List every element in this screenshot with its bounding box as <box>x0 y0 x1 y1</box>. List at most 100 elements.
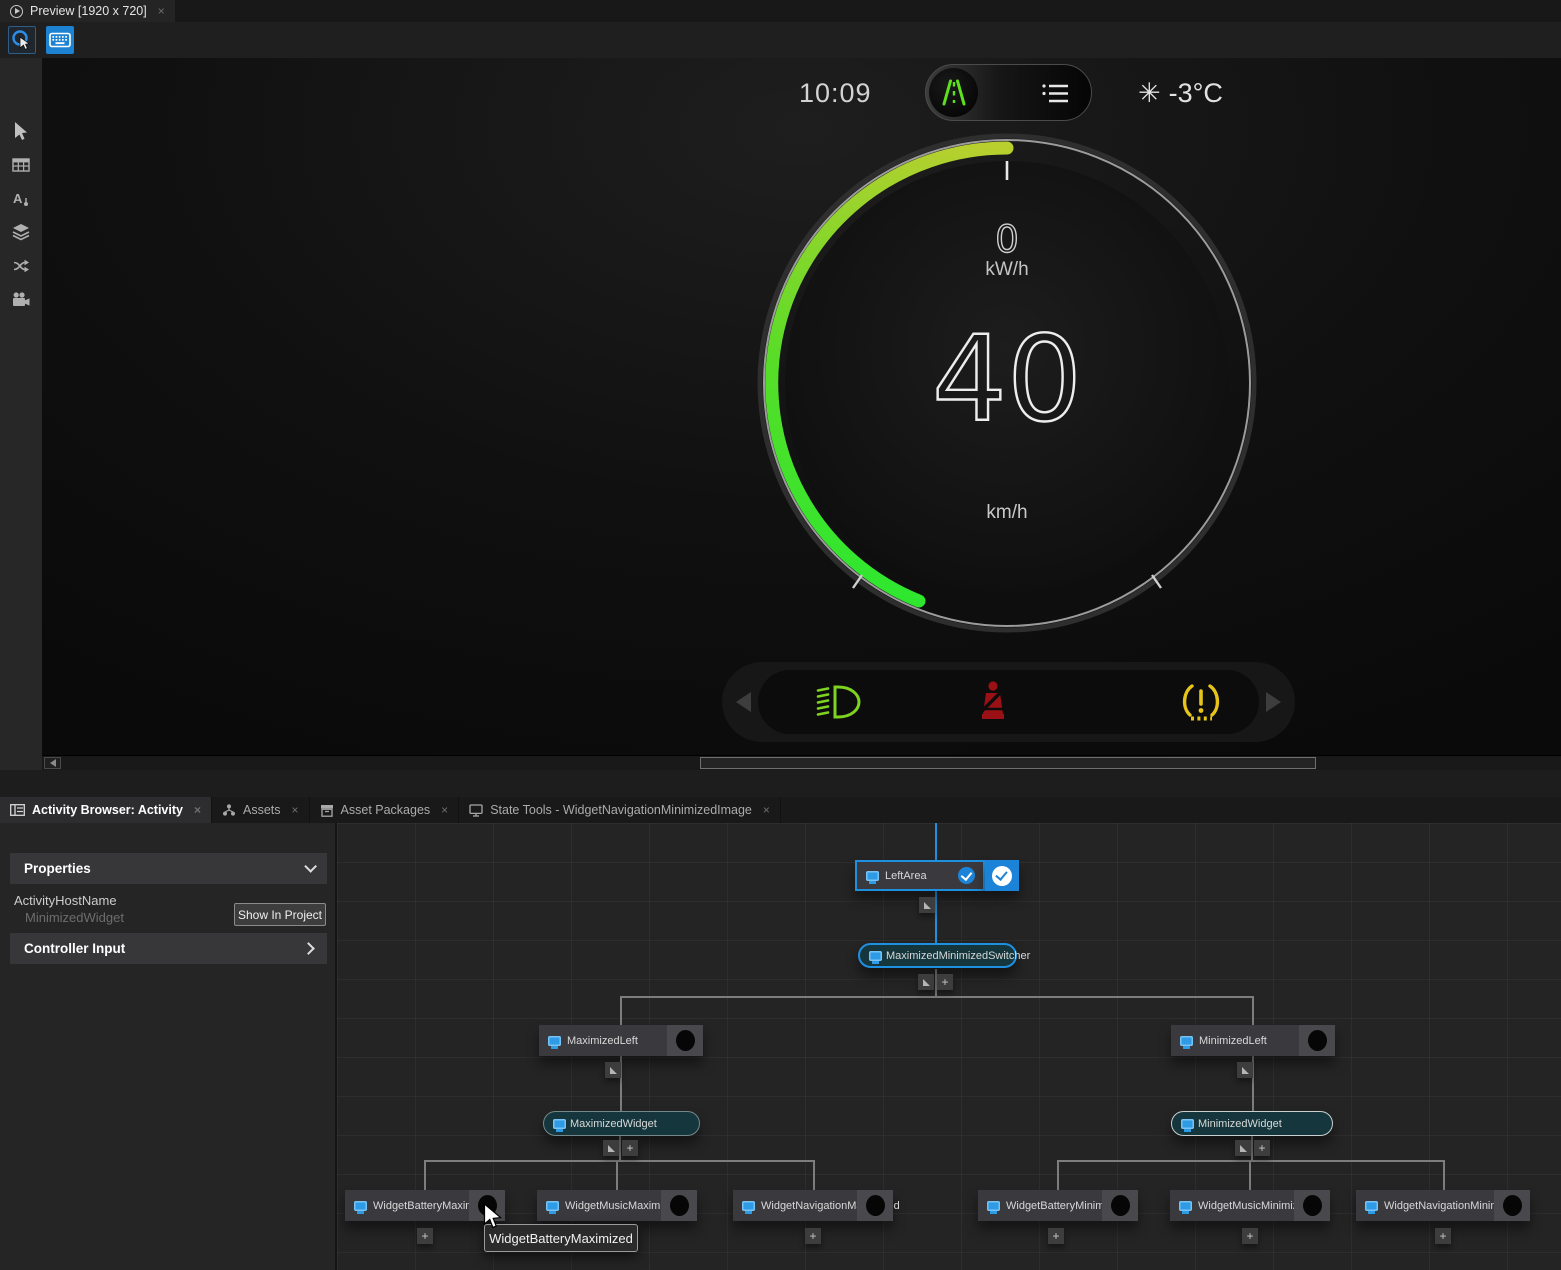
corner-icon <box>1240 1145 1247 1152</box>
corner-icon <box>608 1145 615 1152</box>
monitor-icon <box>469 804 483 817</box>
graph-node-widget-battery-maximized[interactable]: WidgetBatteryMaximized <box>345 1190 505 1221</box>
add-button[interactable]: + <box>417 1228 433 1244</box>
state-toggle[interactable] <box>1294 1190 1330 1221</box>
state-toggle[interactable] <box>1299 1025 1335 1056</box>
screen-icon <box>987 1201 1000 1211</box>
graph-node-widget-navigation-minimized[interactable]: WidgetNavigationMinimized <box>1356 1190 1530 1221</box>
collapse-button[interactable] <box>918 974 934 990</box>
preview-hscrollbar[interactable] <box>42 755 1561 770</box>
add-button[interactable]: + <box>1048 1228 1064 1244</box>
graph-node-widget-navigation-maximized[interactable]: WidgetNavigationMaximized <box>733 1190 893 1221</box>
graph-node-minimized-widget[interactable]: MinimizedWidget <box>1171 1111 1333 1136</box>
node-label: MinimizedWidget <box>1198 1118 1282 1130</box>
telltale-bar <box>722 662 1295 742</box>
corner-icon <box>923 979 930 986</box>
add-button[interactable]: + <box>1435 1228 1451 1244</box>
state-toggle[interactable] <box>857 1190 893 1221</box>
play-icon <box>10 5 23 18</box>
node-label: MinimizedLeft <box>1199 1035 1267 1047</box>
add-button[interactable]: + <box>1254 1140 1270 1156</box>
controller-input-header[interactable]: Controller Input <box>10 933 327 964</box>
close-icon[interactable]: × <box>759 803 770 817</box>
scroll-left-button[interactable] <box>44 757 61 769</box>
collapse-button[interactable] <box>605 1062 621 1078</box>
bottom-tabstrip: Activity Browser: Activity × Assets × As… <box>0 797 1561 823</box>
next-arrow-icon[interactable] <box>1266 692 1281 712</box>
text-tool-button[interactable]: A <box>8 186 34 212</box>
screen-icon <box>548 1036 561 1046</box>
layers-icon <box>12 223 30 241</box>
tpms-icon <box>1178 682 1224 724</box>
state-toggle[interactable] <box>667 1025 703 1056</box>
graph-node-widget-music-minimized[interactable]: WidgetMusicMinimized <box>1170 1190 1330 1221</box>
state-dot-icon <box>1111 1195 1130 1216</box>
node-label: LeftArea <box>885 870 927 882</box>
interaction-mode-button[interactable] <box>8 26 36 54</box>
tab-preview[interactable]: Preview [1920 x 720] × <box>0 0 175 22</box>
screen-icon <box>742 1201 755 1211</box>
properties-title: Properties <box>24 861 91 876</box>
properties-header[interactable]: Properties <box>10 853 327 884</box>
grid-tool-button[interactable] <box>8 152 34 178</box>
graph-node-minimized-left[interactable]: MinimizedLeft <box>1171 1025 1335 1056</box>
headlight-icon <box>814 684 864 720</box>
state-toggle[interactable] <box>1494 1190 1530 1221</box>
node-label: MaximizedWidget <box>570 1118 657 1130</box>
close-icon[interactable]: × <box>437 803 448 817</box>
prev-arrow-icon[interactable] <box>736 692 751 712</box>
close-icon[interactable]: × <box>154 4 165 18</box>
screen-icon <box>1180 1036 1193 1046</box>
activity-browser-panel: Properties ActivityHostName MinimizedWid… <box>0 823 1561 1270</box>
tooltip: WidgetBatteryMaximized <box>484 1224 638 1252</box>
tab-label: Activity Browser: Activity <box>32 803 183 817</box>
left-area-confirm-badge[interactable] <box>985 860 1019 891</box>
add-button[interactable]: + <box>805 1228 821 1244</box>
check-icon[interactable] <box>958 867 975 884</box>
tab-asset-packages[interactable]: Asset Packages × <box>310 797 460 823</box>
graph-node-widget-music-maximized[interactable]: WidgetMusicMaximized <box>537 1190 697 1221</box>
collapse-button[interactable] <box>1237 1062 1253 1078</box>
layers-tool-button[interactable] <box>8 219 34 245</box>
tab-activity-browser[interactable]: Activity Browser: Activity × <box>0 797 212 823</box>
camera-tool-button[interactable] <box>8 287 34 313</box>
connector <box>1443 1160 1445 1190</box>
state-toggle[interactable] <box>1102 1190 1138 1221</box>
show-in-project-button[interactable]: Show In Project <box>234 903 326 926</box>
graph-node-maximized-widget[interactable]: MaximizedWidget <box>543 1111 700 1136</box>
connections-tool-button[interactable] <box>8 253 34 279</box>
tab-assets[interactable]: Assets × <box>212 797 310 823</box>
state-toggle[interactable] <box>661 1190 697 1221</box>
connector <box>1057 1160 1059 1190</box>
cluster-viewport[interactable]: 10:09 ✳ <box>42 58 1561 755</box>
virtual-keyboard-button[interactable] <box>46 26 74 54</box>
speed-gauge <box>42 58 1561 755</box>
svg-text:A: A <box>13 191 23 206</box>
keyboard-icon <box>49 32 71 49</box>
connector <box>619 1136 621 1160</box>
close-icon[interactable]: × <box>190 803 201 817</box>
add-button[interactable]: + <box>622 1140 638 1156</box>
mouse-cursor-icon <box>483 1203 503 1230</box>
cursor-icon <box>11 121 31 141</box>
collapse-button[interactable] <box>919 897 935 913</box>
tab-state-tools[interactable]: State Tools - WidgetNavigationMinimizedI… <box>459 797 781 823</box>
close-icon[interactable]: × <box>288 803 299 817</box>
collapse-button[interactable] <box>603 1140 619 1156</box>
screen-icon <box>546 1201 559 1211</box>
speed-unit: km/h <box>947 502 1067 524</box>
graph-node-maximized-left[interactable]: MaximizedLeft <box>539 1025 703 1056</box>
select-tool-button[interactable] <box>8 118 34 144</box>
screen-icon <box>1179 1201 1192 1211</box>
collapse-button[interactable] <box>1235 1140 1251 1156</box>
add-button[interactable]: + <box>937 974 953 990</box>
hscrollbar-thumb[interactable] <box>700 757 1316 769</box>
tool-sidebar: A <box>0 58 42 770</box>
graph-node-maximized-minimized-switcher[interactable]: MaximizedMinimizedSwitcher <box>858 943 1017 968</box>
add-button[interactable]: + <box>1242 1228 1258 1244</box>
text-tool-icon: A <box>12 190 30 208</box>
activity-graph[interactable]: LeftArea MaximizedMinimizedSwitcher + Ma… <box>337 823 1561 1270</box>
graph-node-left-area[interactable]: LeftArea <box>855 860 985 891</box>
flow-arrows-icon <box>12 257 30 275</box>
graph-node-widget-battery-minimized[interactable]: WidgetBatteryMinimized <box>978 1190 1138 1221</box>
